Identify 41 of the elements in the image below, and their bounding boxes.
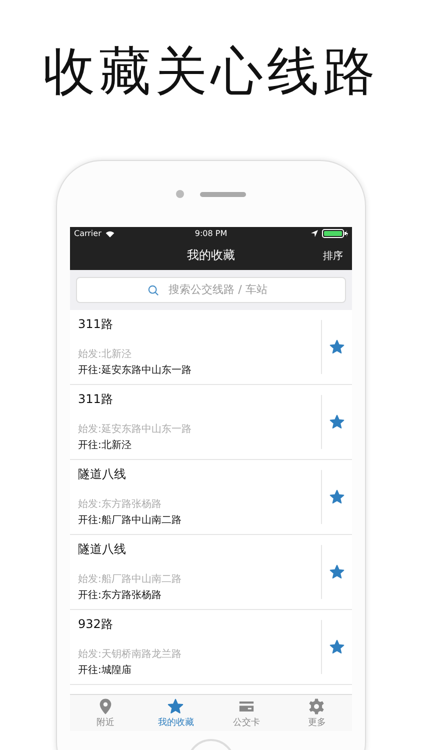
route-destination: 开往:延安东路中山东一路 bbox=[78, 364, 192, 377]
status-time: 9:08 PM bbox=[194, 229, 228, 238]
route-destination: 开往:船厂路中山南二路 bbox=[78, 514, 182, 527]
route-row[interactable]: 311路 始发:北新泾 开往:延安东路中山东一路 bbox=[70, 310, 352, 385]
route-name: 932路 bbox=[78, 616, 114, 633]
battery-icon bbox=[322, 229, 348, 238]
star-icon[interactable] bbox=[329, 338, 345, 355]
star-icon[interactable] bbox=[329, 638, 345, 655]
route-destination: 开往:城隍庙 bbox=[78, 664, 132, 677]
route-destination: 开往:东方路张杨路 bbox=[78, 588, 162, 602]
settings-icon bbox=[308, 698, 326, 715]
route-origin: 始发:延安东路中山东一路 bbox=[78, 422, 192, 436]
route-name: 311路 bbox=[78, 390, 114, 408]
route-destination: 开往:北新泾 bbox=[78, 438, 132, 452]
search-field[interactable]: 搜索公交线路 / 车站 bbox=[76, 276, 346, 303]
carrier-label: Carrier bbox=[74, 229, 102, 238]
sort-button[interactable]: 排序 bbox=[320, 246, 346, 265]
star-icon[interactable] bbox=[329, 414, 345, 430]
route-row[interactable]: 932路 始发:天钥桥南路龙兰路 开往:城隍庙 bbox=[70, 610, 352, 685]
route-name: 311路 bbox=[78, 316, 114, 333]
camera-icon bbox=[176, 190, 184, 198]
star-icon bbox=[167, 698, 184, 715]
wifi-icon bbox=[105, 230, 116, 238]
tab[interactable]: 我的收藏 bbox=[140, 695, 211, 731]
headline: 收藏关心线路 bbox=[43, 46, 379, 98]
route-name: 隧道八线 bbox=[78, 540, 127, 558]
route-origin: 始发:北新泾 bbox=[78, 348, 132, 361]
location-icon bbox=[310, 230, 318, 238]
route-origin: 始发:天钥桥南路龙兰路 bbox=[78, 648, 182, 661]
tab[interactable]: 附近 bbox=[70, 695, 140, 731]
speaker-icon bbox=[200, 192, 246, 196]
route-row[interactable]: 隧道八线 始发:船厂路中山南二路 开往:东方路张杨路 bbox=[70, 534, 352, 610]
route-origin: 始发:东方路张杨路 bbox=[78, 498, 162, 511]
star-icon[interactable] bbox=[329, 488, 345, 505]
route-origin: 始发:船厂路中山南二路 bbox=[78, 572, 182, 586]
route-row[interactable]: 311路 始发:延安东路中山东一路 开往:北新泾 bbox=[70, 384, 352, 460]
nav-title: 我的收藏 bbox=[187, 246, 235, 264]
route-name: 隧道八线 bbox=[78, 466, 127, 483]
star-icon[interactable] bbox=[329, 564, 345, 580]
route-row[interactable]: 隧道八线 始发:东方路张杨路 开往:船厂路中山南二路 bbox=[70, 460, 352, 535]
search-icon bbox=[148, 284, 159, 296]
